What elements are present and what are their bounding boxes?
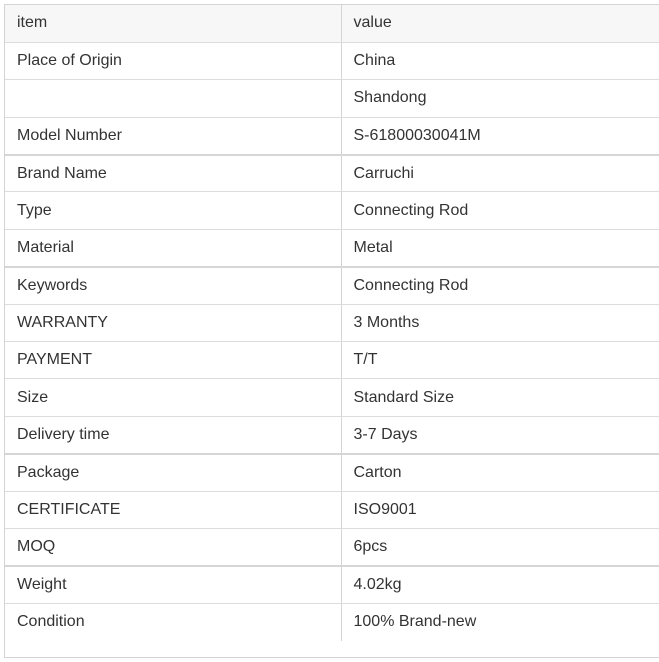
row-item: Size (5, 378, 342, 417)
header-value: value (341, 5, 659, 43)
row-value: ISO9001 (341, 491, 659, 529)
row-value: 6pcs (341, 528, 659, 567)
table-row: MOQ 6pcs (5, 528, 659, 567)
row-value: T/T (341, 341, 659, 380)
row-value: Carruchi (341, 154, 659, 193)
table-row: WARRANTY 3 Months (5, 304, 659, 343)
table-row: Place of Origin China (5, 42, 659, 81)
spec-table: item value Place of Origin China Shandon… (5, 5, 659, 641)
row-item: PAYMENT (5, 341, 342, 380)
row-value: 3-7 Days (341, 416, 659, 455)
table-row: Package Carton (5, 453, 659, 492)
table-row: Size Standard Size (5, 378, 659, 417)
table-row: PAYMENT T/T (5, 341, 659, 380)
row-item: MOQ (5, 528, 342, 567)
row-value: Carton (341, 453, 659, 492)
table-header-row: item value (5, 5, 659, 43)
table-row: Shandong (5, 79, 659, 118)
row-item: Weight (5, 565, 342, 604)
row-value: Standard Size (341, 378, 659, 417)
row-item: Type (5, 191, 342, 230)
row-value: China (341, 42, 659, 81)
row-item (5, 79, 342, 118)
table-row: Condition 100% Brand-new (5, 603, 659, 641)
row-item: Place of Origin (5, 42, 342, 81)
row-value: 100% Brand-new (353, 613, 477, 631)
row-value: Connecting Rod (341, 191, 659, 230)
table-row: Weight 4.02kg (5, 565, 659, 604)
row-item: Material (5, 229, 342, 268)
row-value: S-61800030041M (341, 117, 659, 156)
row-item: Brand Name (5, 154, 342, 193)
row-value: 4.02kg (341, 565, 659, 604)
table-row: Type Connecting Rod (5, 191, 659, 230)
table-row: Model Number S-61800030041M (5, 117, 659, 156)
row-value: Metal (341, 229, 659, 268)
row-item: Model Number (5, 117, 342, 156)
table-row: Brand Name Carruchi (5, 154, 659, 193)
row-value: Shandong (341, 79, 659, 118)
row-item: WARRANTY (5, 304, 342, 343)
row-item: Package (5, 453, 342, 492)
row-item: Delivery time (5, 416, 342, 455)
table-row: Keywords Connecting Rod (5, 266, 659, 305)
table-row: CERTIFICATE ISO9001 (5, 491, 659, 529)
row-item: Keywords (5, 266, 342, 305)
row-item: CERTIFICATE (5, 491, 342, 529)
header-item: item (5, 5, 342, 43)
table-row: Delivery time 3-7 Days (5, 416, 659, 455)
table-row: Material Metal (5, 229, 659, 268)
row-value: 3 Months (341, 304, 659, 343)
spec-table-container: item value Place of Origin China Shandon… (4, 4, 659, 658)
row-value: Connecting Rod (341, 266, 659, 305)
row-item: Condition (5, 603, 342, 641)
